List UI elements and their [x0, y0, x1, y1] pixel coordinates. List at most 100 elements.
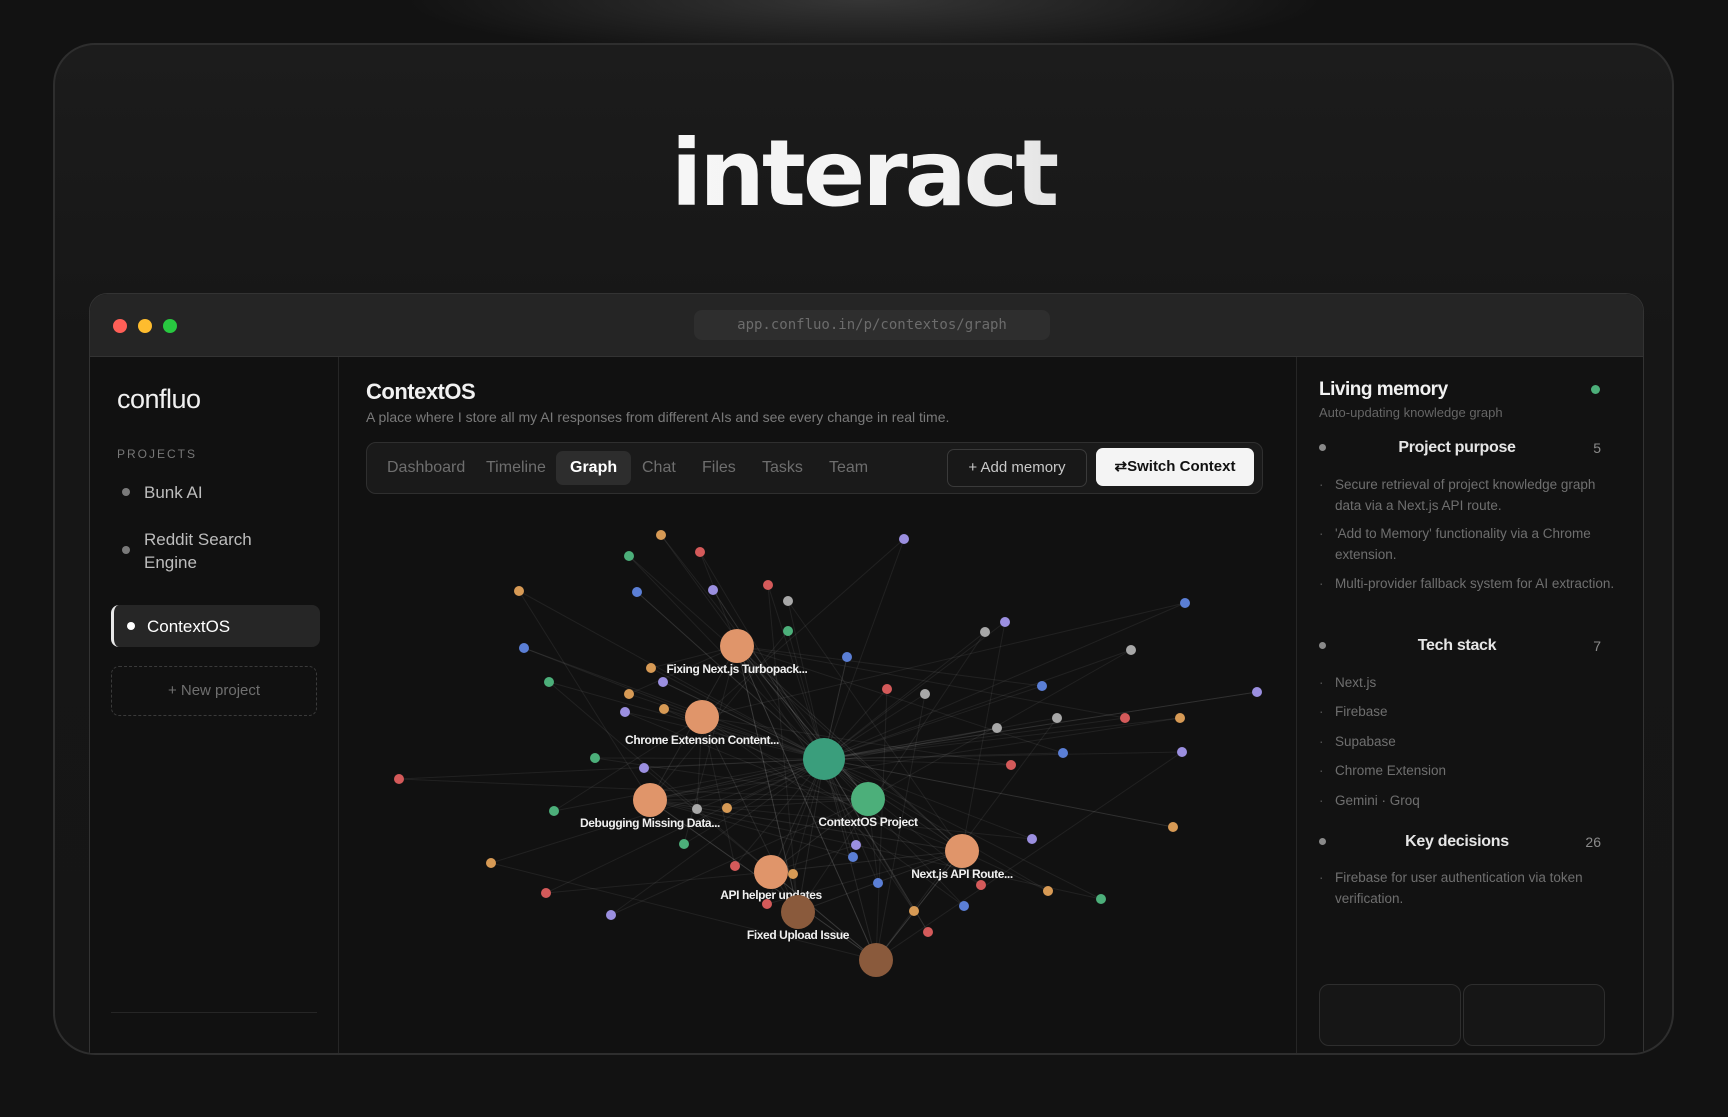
hero-title: interact: [55, 120, 1672, 227]
graph-memory-node[interactable]: [781, 895, 815, 929]
graph-node[interactable]: [923, 927, 933, 937]
graph-node[interactable]: [1027, 834, 1037, 844]
graph-node[interactable]: [783, 596, 793, 606]
graph-node[interactable]: [624, 551, 634, 561]
graph-node[interactable]: [848, 852, 858, 862]
graph-node[interactable]: [959, 901, 969, 911]
url-bar[interactable]: app.confluo.in/p/contextos/graph: [694, 310, 1050, 340]
tab-files[interactable]: Files: [688, 451, 750, 485]
graph-node[interactable]: [909, 906, 919, 916]
graph-node[interactable]: [1000, 617, 1010, 627]
graph-node[interactable]: [632, 587, 642, 597]
graph-edge: [701, 538, 905, 718]
graph-edge: [398, 758, 825, 780]
graph-memory-node[interactable]: [633, 783, 667, 817]
graph-node[interactable]: [1168, 822, 1178, 832]
graph-node[interactable]: [544, 677, 554, 687]
section-count: 26: [1585, 834, 1601, 850]
new-project-button[interactable]: + New project: [111, 666, 317, 716]
graph-node[interactable]: [730, 861, 740, 871]
graph-node[interactable]: [1175, 713, 1185, 723]
minimize-window-icon[interactable]: [138, 319, 152, 333]
graph-node[interactable]: [1096, 894, 1106, 904]
knowledge-graph[interactable]: Fixing Next.js Turbopack... Chrome Extens…: [339, 502, 1295, 1055]
living-memory-panel: Living memory Auto-updating knowledge gr…: [1296, 357, 1643, 1053]
graph-node[interactable]: [708, 585, 718, 595]
graph-node[interactable]: [1126, 645, 1136, 655]
graph-node[interactable]: [549, 806, 559, 816]
graph-node[interactable]: [541, 888, 551, 898]
section-title-tech-stack[interactable]: Tech stack: [1337, 637, 1577, 655]
graph-node[interactable]: [394, 774, 404, 784]
graph-memory-node[interactable]: [945, 834, 979, 868]
add-memory-button[interactable]: + Add memory: [947, 449, 1087, 487]
graph-node[interactable]: [976, 880, 986, 890]
section-title-project-purpose[interactable]: Project purpose: [1337, 439, 1577, 457]
memory-item: · Supabase: [1319, 731, 1625, 752]
graph-node[interactable]: [1052, 713, 1062, 723]
graph-node[interactable]: [519, 643, 529, 653]
tab-team[interactable]: Team: [815, 451, 882, 485]
graph-node[interactable]: [873, 878, 883, 888]
graph-node[interactable]: [590, 753, 600, 763]
section-title-key-decisions[interactable]: Key decisions: [1337, 833, 1577, 851]
graph-node[interactable]: [842, 652, 852, 662]
switch-context-button[interactable]: ⇄Switch Context: [1096, 448, 1254, 486]
sidebar-item-contextos[interactable]: ContextOS: [111, 605, 320, 647]
graph-node-label: Fixing Next.js Turbopack...: [666, 662, 807, 676]
graph-node[interactable]: [783, 626, 793, 636]
graph-node[interactable]: [1043, 886, 1053, 896]
dash-icon: ·: [1319, 526, 1324, 541]
graph-node[interactable]: [1037, 681, 1047, 691]
graph-node[interactable]: [624, 689, 634, 699]
graph-node[interactable]: [646, 663, 656, 673]
section-count: 7: [1593, 638, 1601, 654]
sidebar-item-label: Reddit Search Engine: [144, 530, 252, 572]
graph-node[interactable]: [980, 627, 990, 637]
tab-tasks[interactable]: Tasks: [748, 451, 817, 485]
graph-node[interactable]: [620, 707, 630, 717]
graph-memory-node[interactable]: [685, 700, 719, 734]
graph-node[interactable]: [606, 910, 616, 920]
close-window-icon[interactable]: [113, 319, 127, 333]
graph-node[interactable]: [920, 689, 930, 699]
graph-node[interactable]: [1180, 598, 1190, 608]
graph-node[interactable]: [679, 839, 689, 849]
graph-node[interactable]: [486, 858, 496, 868]
graph-node[interactable]: [1252, 687, 1262, 697]
graph-memory-node[interactable]: [859, 943, 893, 977]
graph-edge: [823, 717, 1058, 760]
tab-graph[interactable]: Graph: [556, 451, 632, 485]
graph-node[interactable]: [992, 723, 1002, 733]
divider: [111, 1012, 317, 1013]
graph-node[interactable]: [763, 580, 773, 590]
sidebar-item-label: ContextOS: [147, 617, 231, 636]
maximize-window-icon[interactable]: [163, 319, 177, 333]
app-logo[interactable]: confluo: [117, 384, 201, 415]
graph-node[interactable]: [788, 869, 798, 879]
graph-node[interactable]: [1058, 748, 1068, 758]
graph-node[interactable]: [851, 840, 861, 850]
graph-node[interactable]: [692, 804, 702, 814]
graph-node[interactable]: [722, 803, 732, 813]
graph-node[interactable]: [656, 530, 666, 540]
graph-memory-node[interactable]: [754, 855, 788, 889]
graph-center-node[interactable]: [803, 738, 845, 780]
graph-node[interactable]: [639, 763, 649, 773]
graph-memory-node[interactable]: [851, 782, 885, 816]
graph-node[interactable]: [882, 684, 892, 694]
graph-node[interactable]: [1120, 713, 1130, 723]
graph-node[interactable]: [695, 547, 705, 557]
graph-node[interactable]: [658, 677, 668, 687]
graph-node[interactable]: [659, 704, 669, 714]
sidebar-item-reddit-search-engine[interactable]: Reddit Search Engine: [111, 524, 317, 576]
graph-node[interactable]: [1177, 747, 1187, 757]
graph-node[interactable]: [899, 534, 909, 544]
tab-dashboard[interactable]: Dashboard: [373, 451, 479, 485]
graph-node[interactable]: [1006, 760, 1016, 770]
tab-timeline[interactable]: Timeline: [472, 451, 560, 485]
tab-chat[interactable]: Chat: [628, 451, 690, 485]
graph-node[interactable]: [514, 586, 524, 596]
graph-memory-node[interactable]: [720, 629, 754, 663]
sidebar-item-bunk-ai[interactable]: Bunk AI: [111, 477, 317, 507]
